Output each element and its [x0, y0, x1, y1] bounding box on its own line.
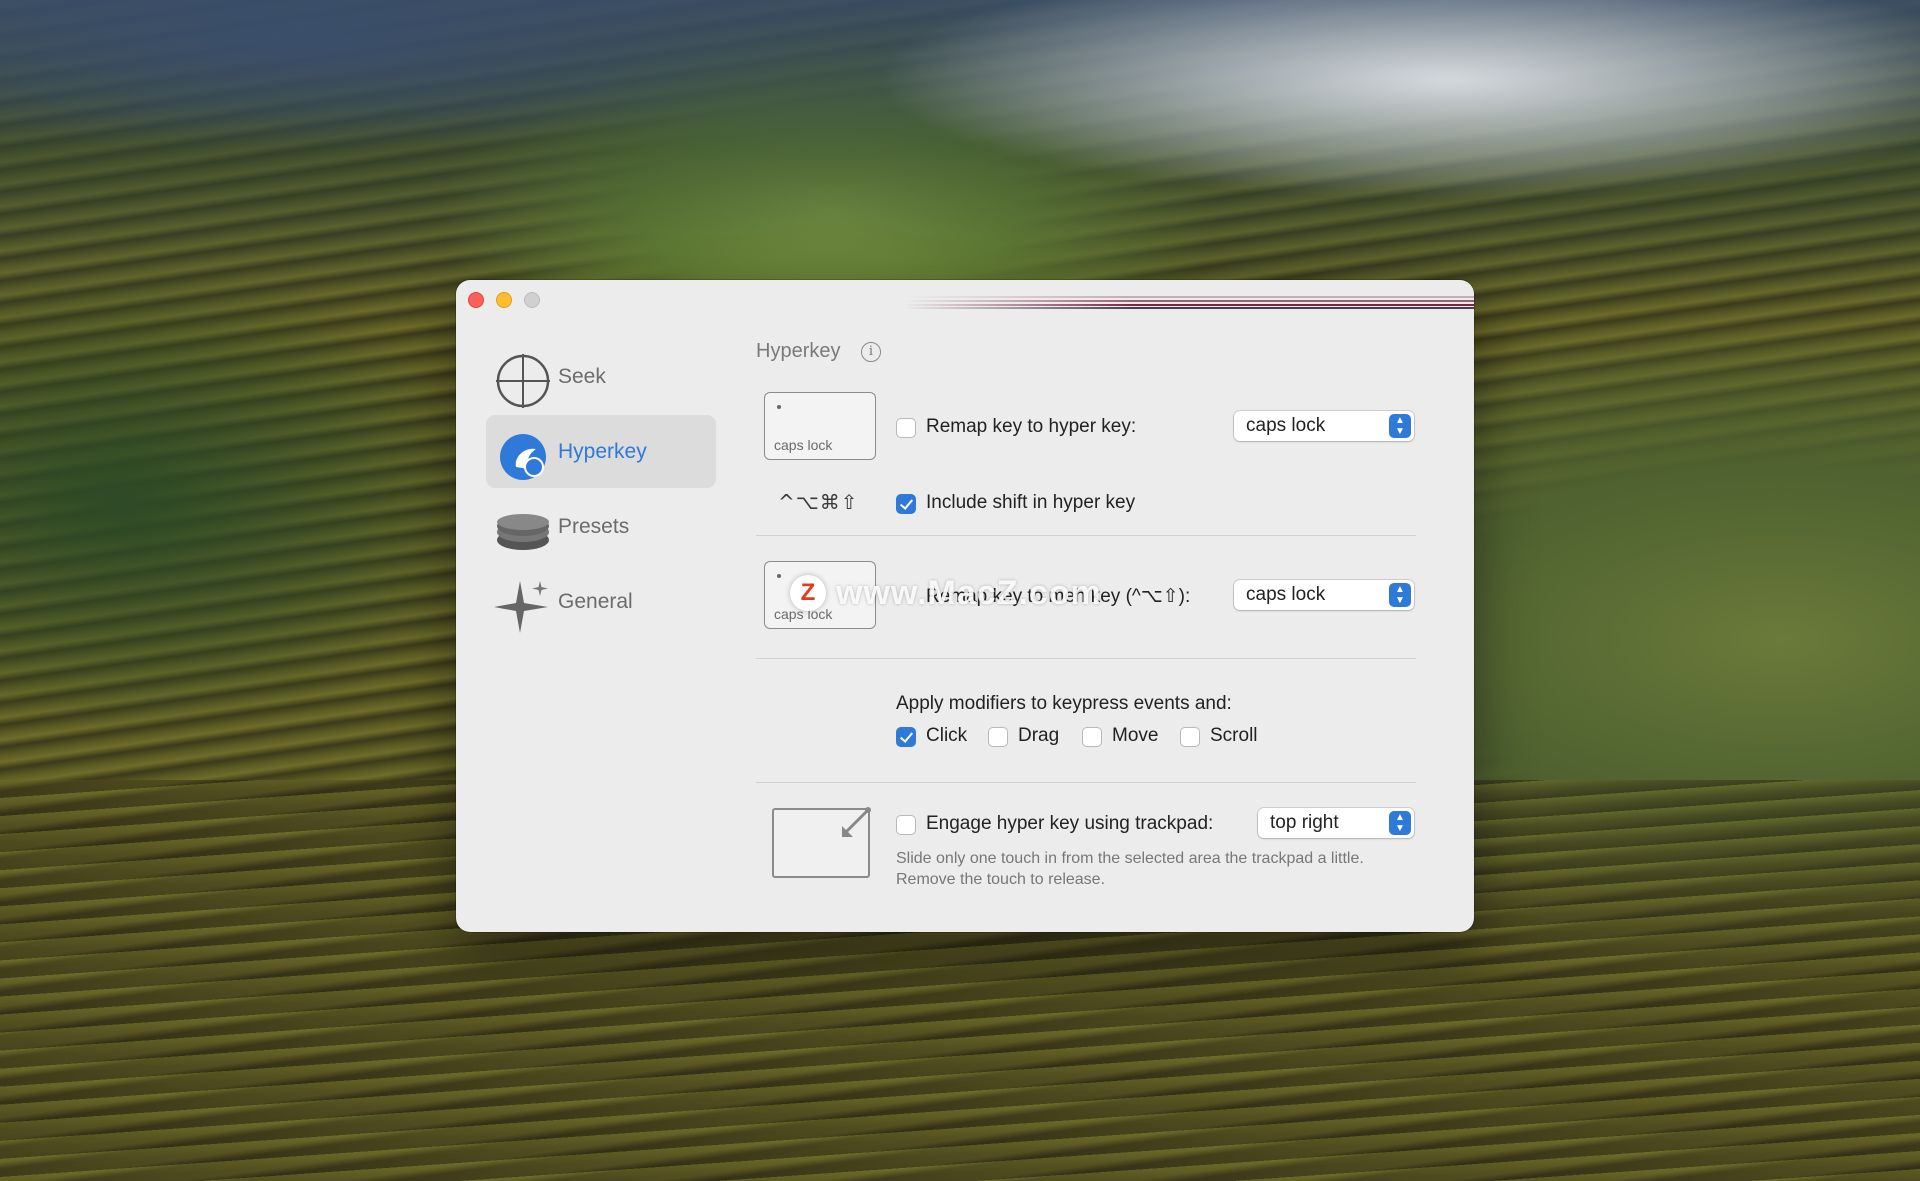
- scroll-label: Scroll: [1210, 725, 1258, 746]
- trackpad-help-line-2: Remove the touch to release.: [896, 871, 1106, 888]
- remap-hyper-checkbox[interactable]: [896, 418, 916, 438]
- chevron-updown-icon: ▲ ▼: [1389, 414, 1411, 438]
- include-shift-label: Include shift in hyper key: [926, 492, 1136, 513]
- sidebar-item-label: Presets: [558, 514, 630, 538]
- zoom-button[interactable]: [524, 292, 540, 308]
- select-value: caps lock: [1246, 584, 1326, 605]
- swipe-arrow-icon: [842, 807, 871, 837]
- select-value: top right: [1270, 812, 1339, 833]
- sidebar-item-presets[interactable]: Presets: [486, 490, 716, 563]
- drag-checkbox[interactable]: [988, 727, 1008, 747]
- include-shift-checkbox[interactable]: [896, 494, 916, 514]
- scroll-checkbox[interactable]: [1180, 727, 1200, 747]
- keycap-dot: [777, 405, 781, 409]
- apply-modifiers-label: Apply modifiers to keypress events and:: [896, 693, 1232, 714]
- move-checkbox[interactable]: [1082, 727, 1102, 747]
- modifiers-display: ^⌥⌘⇧: [778, 490, 859, 514]
- watermark: Z www.MacZ.com: [790, 568, 1102, 618]
- sidebar-item-general[interactable]: General: [486, 565, 716, 638]
- remap-hyper-select[interactable]: caps lock ▲ ▼: [1234, 411, 1414, 441]
- click-label: Click: [926, 725, 968, 746]
- keycap-dot: [777, 574, 781, 578]
- chevron-updown-icon: ▲ ▼: [1389, 811, 1411, 835]
- trackpad-label: Engage hyper key using trackpad:: [926, 813, 1214, 834]
- sparkle-icon: [494, 581, 548, 633]
- sidebar: Seek Hyperkey Presets General: [486, 340, 716, 640]
- move-label: Move: [1112, 725, 1159, 746]
- drag-label: Drag: [1018, 725, 1060, 746]
- remap-hyper-label: Remap key to hyper key:: [926, 416, 1137, 437]
- divider: [756, 782, 1416, 783]
- sidebar-item-label: Hyperkey: [558, 439, 647, 463]
- trackpad-illustration: [772, 807, 871, 878]
- trackpad-checkbox[interactable]: [896, 815, 916, 835]
- stack-icon: [497, 514, 549, 550]
- title-bar: [456, 280, 1474, 316]
- hyperkey-icon: [500, 434, 546, 480]
- click-checkbox[interactable]: [896, 727, 916, 747]
- close-button[interactable]: [468, 292, 484, 308]
- remap-keycap[interactable]: caps lock: [764, 392, 876, 460]
- title-stripes-decoration: [904, 294, 1474, 310]
- info-icon[interactable]: i: [861, 342, 881, 362]
- crosshair-icon: [496, 354, 550, 408]
- sidebar-item-label: General: [558, 589, 633, 613]
- sidebar-item-seek[interactable]: Seek: [486, 340, 716, 413]
- divider: [756, 535, 1416, 536]
- watermark-text: www.MacZ.com: [836, 573, 1102, 612]
- chevron-updown-icon: ▲ ▼: [1389, 583, 1411, 607]
- divider: [756, 658, 1416, 659]
- minimize-button[interactable]: [496, 292, 512, 308]
- sidebar-item-hyperkey[interactable]: Hyperkey: [486, 415, 716, 488]
- sidebar-item-label: Seek: [558, 364, 606, 388]
- remap-meh-select[interactable]: caps lock ▲ ▼: [1234, 580, 1414, 610]
- watermark-logo: Z: [790, 575, 826, 611]
- trackpad-corner-select[interactable]: top right ▲ ▼: [1258, 808, 1414, 838]
- select-value: caps lock: [1246, 415, 1326, 436]
- keycap-label: caps lock: [774, 437, 833, 453]
- section-title: Hyperkey: [756, 340, 841, 362]
- trackpad-help-line-1: Slide only one touch in from the selecte…: [896, 850, 1364, 867]
